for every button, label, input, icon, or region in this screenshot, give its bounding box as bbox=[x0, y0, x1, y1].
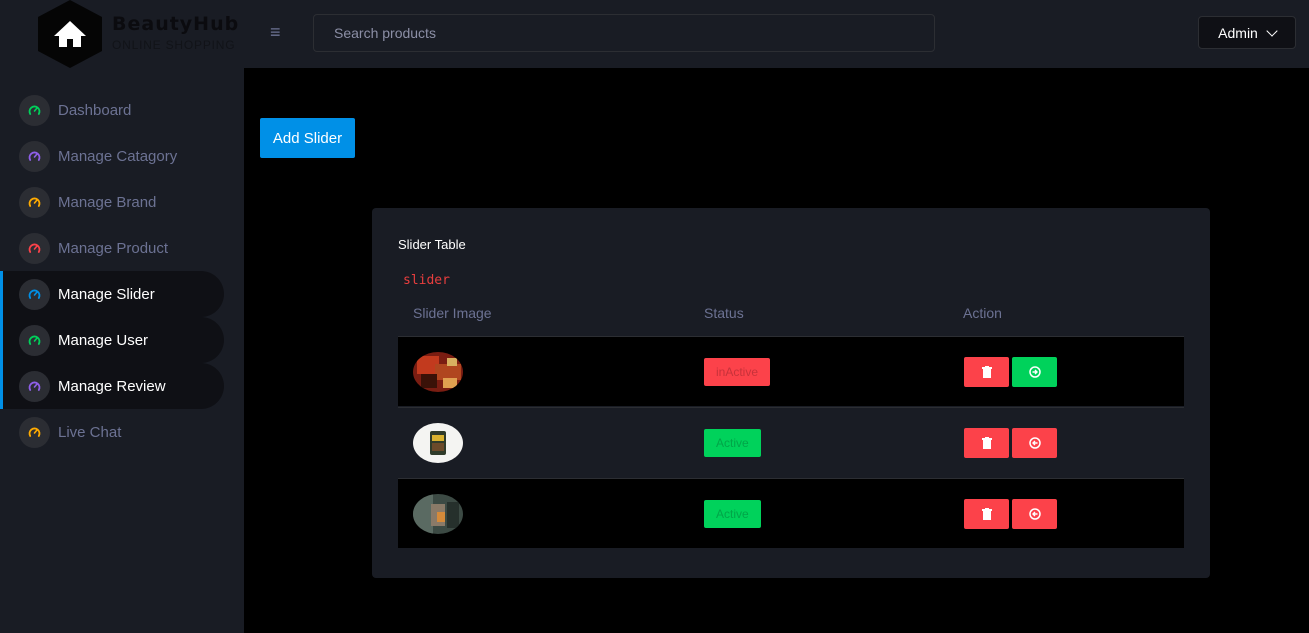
status-badge[interactable]: Active bbox=[704, 500, 761, 528]
admin-label: Admin bbox=[1218, 24, 1258, 41]
brand-title: BeautyHub bbox=[112, 13, 240, 35]
sidebar-item-live-chat[interactable]: Live Chat bbox=[0, 409, 224, 455]
sidebar-item-manage-catagory[interactable]: Manage Catagory bbox=[0, 133, 224, 179]
sidebar-item-dashboard[interactable]: Dashboard bbox=[0, 87, 224, 133]
slider-thumbnail bbox=[413, 423, 463, 463]
table-row: inActive bbox=[398, 336, 1184, 406]
status-badge[interactable]: inActive bbox=[704, 358, 771, 386]
arrow-circle-right-icon bbox=[1028, 366, 1041, 378]
trash-icon bbox=[981, 437, 992, 449]
sidebar-item-label: Manage Product bbox=[58, 239, 169, 257]
search-input[interactable] bbox=[314, 15, 934, 51]
sidebar-item-label: Manage Brand bbox=[58, 193, 157, 211]
toggle-status-button[interactable] bbox=[1012, 499, 1057, 529]
toggle-status-button[interactable] bbox=[1012, 357, 1057, 387]
speedometer-icon bbox=[19, 370, 50, 402]
delete-button[interactable] bbox=[964, 428, 1009, 458]
sidebar-item-manage-user[interactable]: Manage User bbox=[0, 317, 224, 363]
code-label: slider bbox=[403, 273, 450, 288]
table-row: Active bbox=[398, 407, 1184, 477]
arrow-circle-left-icon bbox=[1028, 437, 1041, 449]
sidebar-item-manage-slider[interactable]: Manage Slider bbox=[0, 271, 224, 317]
top-navbar: BeautyHub ONLINE SHOPPING ≡ Admin bbox=[0, 0, 1309, 68]
speedometer-icon bbox=[19, 416, 50, 448]
slider-thumbnail bbox=[413, 352, 463, 392]
add-slider-button[interactable]: Add Slider bbox=[260, 118, 355, 158]
admin-dropdown[interactable]: Admin bbox=[1198, 16, 1296, 49]
brand-subtitle: ONLINE SHOPPING bbox=[112, 38, 236, 52]
sidebar-item-manage-brand[interactable]: Manage Brand bbox=[0, 179, 224, 225]
sidebar-item-label: Manage Review bbox=[58, 377, 166, 395]
search-box bbox=[313, 14, 935, 52]
speedometer-icon bbox=[19, 140, 50, 172]
speedometer-icon bbox=[19, 324, 50, 356]
arrow-circle-left-icon bbox=[1028, 508, 1041, 520]
delete-button[interactable] bbox=[964, 357, 1009, 387]
sidebar-item-label: Manage Catagory bbox=[58, 147, 178, 165]
column-header-action: Action bbox=[963, 305, 1002, 321]
speedometer-icon bbox=[19, 232, 50, 264]
column-header-status: Status bbox=[704, 305, 744, 321]
table-row: Active bbox=[398, 478, 1184, 548]
sidebar-item-label: Live Chat bbox=[58, 423, 122, 441]
speedometer-icon bbox=[19, 94, 50, 126]
speedometer-icon bbox=[19, 186, 50, 218]
trash-icon bbox=[981, 366, 992, 378]
delete-button[interactable] bbox=[964, 499, 1009, 529]
card-title: Slider Table bbox=[398, 237, 466, 252]
brand-logo[interactable]: BeautyHub ONLINE SHOPPING bbox=[36, 0, 246, 68]
speedometer-icon bbox=[19, 278, 50, 310]
slider-table-card: Slider Table slider Slider Image Status … bbox=[372, 208, 1210, 578]
home-icon bbox=[38, 0, 102, 68]
sidebar-item-manage-review[interactable]: Manage Review bbox=[0, 363, 224, 409]
slider-thumbnail bbox=[413, 494, 463, 534]
sidebar: Dashboard Manage Catagory Manage Brand Mana… bbox=[0, 68, 244, 633]
menu-toggle-icon[interactable]: ≡ bbox=[270, 22, 288, 42]
sidebar-item-label: Manage Slider bbox=[58, 285, 155, 303]
sidebar-item-manage-product[interactable]: Manage Product bbox=[0, 225, 224, 271]
status-badge[interactable]: Active bbox=[704, 429, 761, 457]
chevron-down-icon bbox=[1266, 24, 1278, 37]
toggle-status-button[interactable] bbox=[1012, 428, 1057, 458]
sidebar-item-label: Dashboard bbox=[58, 101, 132, 119]
column-header-image: Slider Image bbox=[413, 305, 492, 321]
sidebar-item-label: Manage User bbox=[58, 331, 149, 349]
trash-icon bbox=[981, 508, 992, 520]
